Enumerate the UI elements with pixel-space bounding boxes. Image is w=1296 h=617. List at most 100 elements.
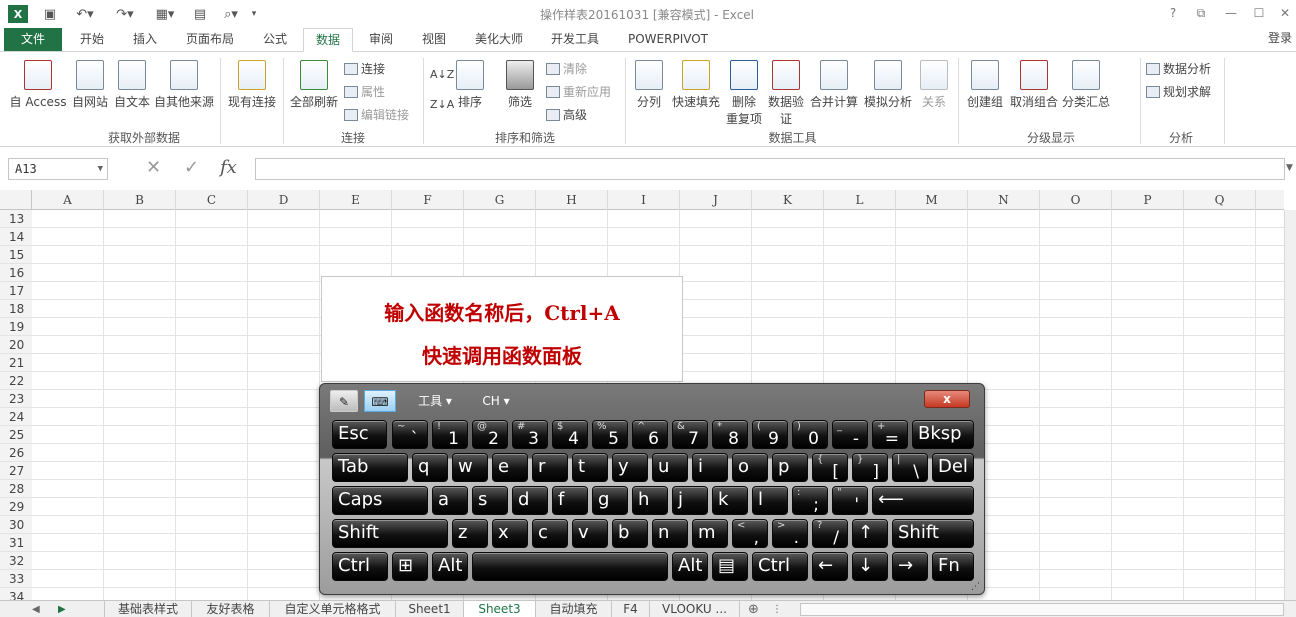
from-other-button[interactable]: 自其他来源 [154,60,214,110]
osk-key[interactable]: j [672,486,708,515]
column-header[interactable]: I [608,190,680,210]
cancel-icon[interactable]: ✕ [146,158,161,178]
tab-page-layout[interactable]: 页面布局 [176,28,244,52]
select-all-button[interactable] [0,190,32,210]
sheet-tab[interactable]: 友好表格 [192,601,270,617]
login-link[interactable]: 登录 [1268,28,1292,48]
relationships-button[interactable]: 关系 [916,60,952,110]
column-header[interactable]: P [1112,190,1184,210]
horizontal-scrollbar[interactable] [800,603,1284,616]
osk-key[interactable]: p [772,453,808,482]
add-sheet-icon[interactable]: ⊕ [748,601,759,617]
row-header[interactable]: 23 [0,390,32,408]
sort-desc-button[interactable]: Z↓A [430,96,454,114]
redo-icon[interactable]: ↷▾ [110,5,140,23]
row-header[interactable]: 33 [0,570,32,588]
sheet-tab[interactable]: VLOOKU ... [650,601,740,617]
row-header[interactable]: 32 [0,552,32,570]
row-header[interactable]: 27 [0,462,32,480]
group-button[interactable]: 创建组 [962,60,1008,110]
osk-key[interactable]: Tab [332,453,408,482]
osk-key[interactable]: Fn [932,552,974,581]
osk-key[interactable]: :; [792,486,828,515]
osk-key[interactable]: a [432,486,468,515]
help-button[interactable]: ? [1162,4,1184,22]
column-header[interactable]: K [752,190,824,210]
osk-key[interactable]: b [612,519,648,548]
maximize-button[interactable]: ☐ [1248,4,1270,22]
more-options-icon[interactable]: ⋮ [772,601,782,617]
sheet-tab[interactable]: 自定义单元格格式 [270,601,396,617]
tab-home[interactable]: 开始 [66,28,118,52]
row-header[interactable]: 19 [0,318,32,336]
osk-key[interactable]: Caps [332,486,428,515]
handwriting-icon[interactable]: ✎ [330,390,358,412]
expand-formula-icon[interactable]: ▼ [1286,163,1293,173]
zoom-icon[interactable]: ⌕▾ [220,5,242,23]
tab-view[interactable]: 视图 [410,28,458,52]
remove-duplicates-button[interactable]: 删除 重复项 [724,60,764,127]
osk-key[interactable]: q [412,453,448,482]
osk-key[interactable]: → [892,552,928,581]
row-header[interactable]: 15 [0,246,32,264]
osk-key[interactable]: w [452,453,488,482]
properties-button[interactable]: 属性 [344,83,385,101]
osk-key[interactable]: i [692,453,728,482]
osk-key[interactable]: Ctrl [332,552,388,581]
osk-key[interactable]: & 7 [672,420,708,449]
tab-formulas[interactable]: 公式 [250,28,300,52]
osk-key[interactable]: ~ ` [392,420,428,449]
reapply-button[interactable]: 重新应用 [546,83,611,101]
osk-key[interactable]: $4 [552,420,588,449]
row-header[interactable]: 31 [0,534,32,552]
refresh-all-button[interactable]: 全部刷新 [288,60,340,110]
osk-key[interactable]: ? / [812,519,848,548]
connections-button[interactable]: 连接 [344,60,385,78]
existing-connections-button[interactable]: 现有连接 [226,60,278,110]
column-header[interactable]: Q [1184,190,1256,210]
osk-key[interactable]: #3 [512,420,548,449]
from-text-button[interactable]: 自文本 [112,60,152,110]
osk-key[interactable]: e [492,453,528,482]
osk-key[interactable]: Esc [332,420,387,449]
edit-links-button[interactable]: 编辑链接 [344,106,409,124]
osk-key[interactable]: o [732,453,768,482]
save-icon[interactable]: ▣ [40,5,60,23]
enter-icon[interactable]: ✓ [184,158,199,178]
subtotal-button[interactable]: 分类汇总 [1060,60,1112,110]
osk-close-button[interactable]: x [924,390,970,408]
osk-key[interactable]: % 5 [592,420,628,449]
tab-insert[interactable]: 插入 [120,28,170,52]
column-header[interactable]: O [1040,190,1112,210]
column-header[interactable]: D [248,190,320,210]
osk-key[interactable]: ⊞ [392,552,428,581]
osk-key[interactable]: v [572,519,608,548]
osk-key[interactable]: s [472,486,508,515]
column-header[interactable]: G [464,190,536,210]
tab-data[interactable]: 数据 [303,28,353,52]
chevron-down-icon[interactable]: ▼ [98,159,103,179]
tab-developer[interactable]: 开发工具 [540,28,610,52]
advanced-filter-button[interactable]: 高级 [546,106,587,124]
row-header[interactable]: 30 [0,516,32,534]
column-header[interactable]: L [824,190,896,210]
osk-key[interactable]: x [492,519,528,548]
osk-key[interactable]: Shift [332,519,448,548]
osk-key[interactable]: Alt [672,552,708,581]
osk-key[interactable]: Alt [432,552,468,581]
column-header[interactable]: A [32,190,104,210]
column-header[interactable]: B [104,190,176,210]
form-icon[interactable]: ▦▾ [150,5,180,23]
osk-key[interactable]: u [652,453,688,482]
column-header[interactable]: E [320,190,392,210]
osk-tools-menu[interactable]: 工具 ▾ [408,390,462,412]
sheet-tab[interactable]: F4 [612,601,650,617]
insert-function-icon[interactable]: fx [220,158,237,178]
osk-key[interactable]: ) 0 [792,420,828,449]
next-sheet-icon[interactable]: ▶ [58,601,66,617]
tab-review[interactable]: 审阅 [356,28,406,52]
clear-filter-button[interactable]: 清除 [546,60,587,78]
osk-key[interactable]: * 8 [712,420,748,449]
flash-fill-button[interactable]: 快速填充 [670,60,722,110]
osk-key[interactable]: " ' [832,486,868,515]
